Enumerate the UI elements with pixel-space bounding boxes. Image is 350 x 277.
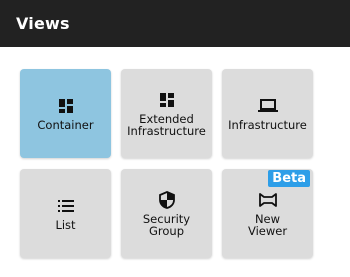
page-title: Views (16, 14, 70, 33)
list-icon (56, 196, 76, 216)
tile-label: Infrastructure (228, 118, 307, 132)
view-tile-infrastructure[interactable]: Infrastructure (222, 69, 313, 158)
views-grid: Container Extended Infrastructure Infras… (20, 69, 313, 258)
shield-icon (157, 190, 177, 210)
tile-label: Container (37, 118, 94, 132)
view-tile-container[interactable]: Container (20, 69, 111, 158)
beta-badge: Beta (268, 170, 310, 187)
view-tile-security-group[interactable]: Security Group (121, 169, 212, 258)
viewer-icon (258, 190, 278, 210)
view-tile-extended-infrastructure[interactable]: Extended Infrastructure (121, 69, 212, 158)
tile-label: Security Group (142, 212, 191, 238)
tile-label: New Viewer (247, 212, 288, 238)
view-tile-new-viewer[interactable]: Beta New Viewer (222, 169, 313, 258)
tile-label: Extended Infrastructure (127, 112, 206, 138)
laptop-icon (257, 96, 278, 116)
dashboard-icon (157, 90, 177, 110)
views-header: Views (0, 0, 350, 47)
view-tile-list[interactable]: List (20, 169, 111, 258)
tile-label: List (55, 218, 76, 232)
dashboard-icon (56, 96, 76, 116)
